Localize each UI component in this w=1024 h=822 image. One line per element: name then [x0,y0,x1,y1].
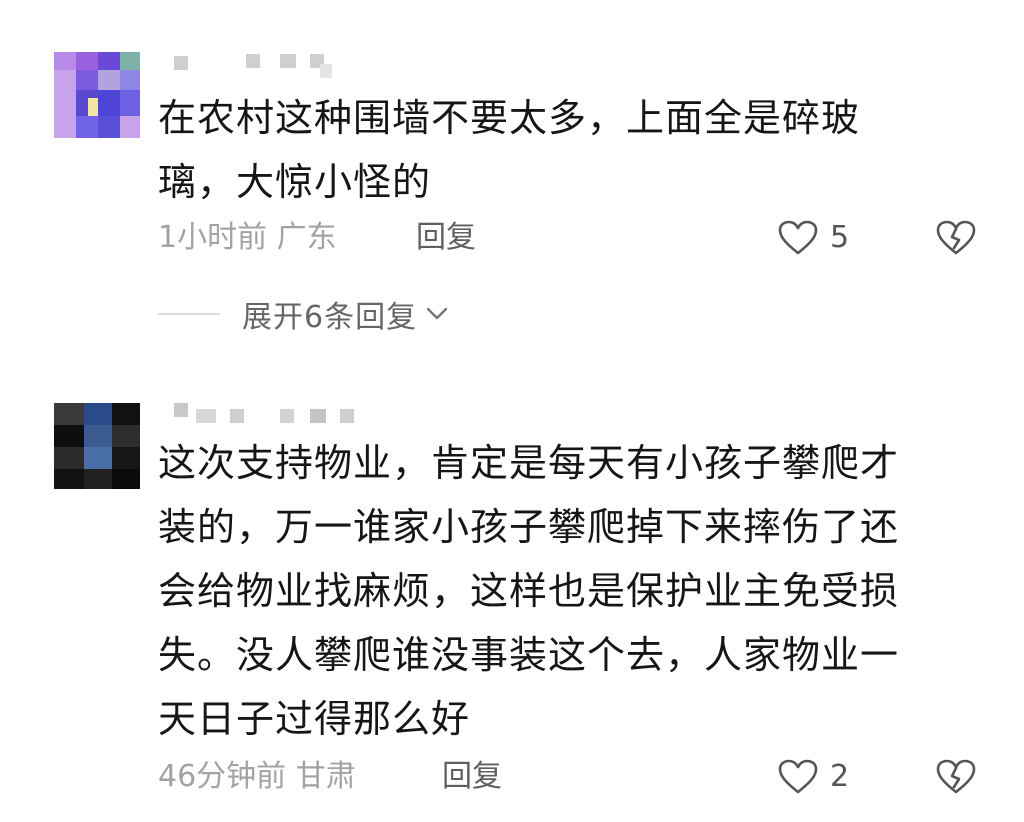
comment-time-location: 1小时前 广东 [158,220,337,255]
expand-replies-button[interactable]: 展开6条回复 [158,292,449,336]
like-count: 5 [830,220,850,255]
avatar[interactable] [54,52,140,138]
avatar[interactable] [54,403,140,489]
comment-item: 这次支持物业，肯定是每天有小孩子攀爬才 装的，万一谁家小孩子攀爬掉下来摔伤了还 … [0,375,1024,822]
comment-meta: 1小时前 广东 回复 5 [158,218,1024,258]
comment-meta: 46分钟前 甘肃 回复 2 [158,757,1024,797]
heart-outline-icon [778,220,818,255]
broken-heart-icon [936,220,976,255]
dislike-button[interactable] [936,218,976,258]
expand-replies-label: 展开6条回复 [242,300,418,335]
comment-text: 这次支持物业，肯定是每天有小孩子攀爬才 装的，万一谁家小孩子攀爬掉下来摔伤了还 … [158,441,900,741]
broken-heart-icon [936,759,976,794]
divider [158,313,220,315]
comment-text: 在农村这种围墙不要太多，上面全是碎玻 璃，大惊小怪的 [158,96,861,204]
like-button[interactable]: 5 [778,218,849,258]
comment-item: 在农村这种围墙不要太多，上面全是碎玻 璃，大惊小怪的 1小时前 广东 回复 5 … [0,0,1024,350]
reply-button[interactable]: 回复 [416,218,476,258]
comment-time-location: 46分钟前 甘肃 [158,759,356,794]
like-count: 2 [830,759,850,794]
heart-outline-icon [778,759,818,794]
like-button[interactable]: 2 [778,757,849,797]
dislike-button[interactable] [936,757,976,797]
chevron-down-icon [426,307,448,320]
reply-button[interactable]: 回复 [442,757,502,797]
